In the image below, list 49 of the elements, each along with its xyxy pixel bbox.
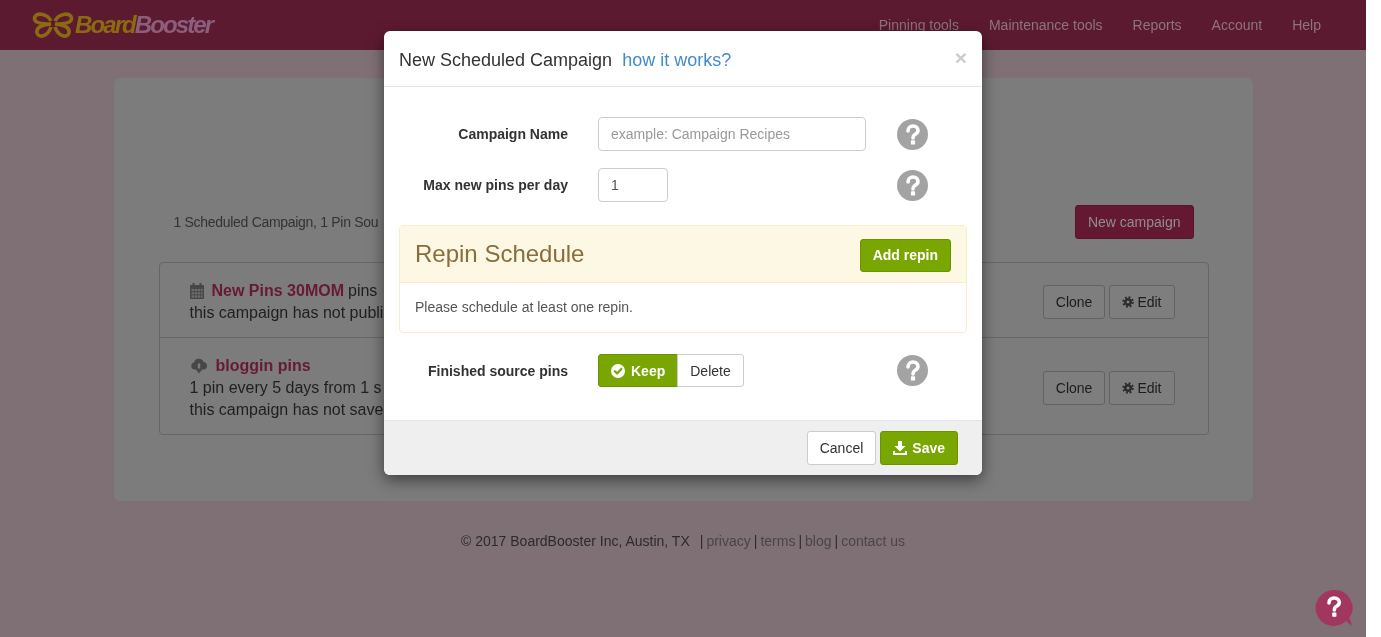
- campaign-detail-text: this campaign has not save: [189, 400, 384, 420]
- clone-button[interactable]: Clone: [1042, 371, 1106, 405]
- separator-text: |: [753, 533, 758, 549]
- campaign-name-link[interactable]: bloggin pins: [215, 355, 311, 377]
- campaign-detail-text: this campaign has not publi: [189, 303, 384, 323]
- nav-link[interactable]: Maintenance tools: [973, 15, 1118, 35]
- nav-link[interactable]: Account: [1196, 15, 1278, 35]
- new-campaign-button[interactable]: New campaign: [1074, 205, 1194, 239]
- separator-text: |: [798, 533, 803, 549]
- clone-button[interactable]: Clone: [1042, 285, 1106, 319]
- check-circle-icon: [611, 363, 625, 378]
- add-repin-button[interactable]: Add repin: [859, 239, 951, 272]
- field-label: Campaign Name: [457, 125, 568, 144]
- nav-link[interactable]: Pinning tools: [863, 15, 974, 35]
- repin-schedule-title: Repin Schedule: [415, 240, 585, 268]
- text-input-field[interactable]: example: Campaign Recipes: [598, 117, 866, 151]
- save-button[interactable]: Save: [880, 431, 958, 465]
- separator-text: |: [834, 533, 839, 549]
- campaign-summary-text: 1 Scheduled Campaign, 1 Pin Sou: [173, 213, 379, 232]
- toggle-option[interactable]: Delete: [677, 354, 744, 387]
- calendar-icon: [189, 283, 204, 299]
- butterfly-logo-icon[interactable]: [31, 10, 75, 39]
- help-icon[interactable]: [897, 355, 928, 386]
- how-it-works-link[interactable]: how it works?: [622, 48, 732, 72]
- help-icon[interactable]: [897, 169, 928, 201]
- empty-schedule-message: Please schedule at least one repin.: [415, 298, 634, 317]
- help-chat-icon[interactable]: [1315, 589, 1353, 627]
- cloud-download-icon: [189, 358, 208, 374]
- help-icon[interactable]: [897, 118, 928, 150]
- close-button[interactable]: ×: [954, 46, 967, 68]
- toggle-option[interactable]: Keep: [598, 354, 679, 387]
- nav-link[interactable]: Help: [1277, 15, 1336, 35]
- cancel-button[interactable]: Cancel: [806, 431, 877, 465]
- gear-icon: [1122, 296, 1135, 308]
- field-label: Max new pins per day: [422, 176, 568, 195]
- gear-icon: [1122, 382, 1135, 394]
- copyright-text: © 2017 BoardBooster Inc, Austin, TX: [461, 533, 690, 549]
- campaign-name-link[interactable]: New Pins 30MOM: [211, 280, 344, 302]
- edit-button[interactable]: Edit: [1109, 285, 1175, 319]
- field-label: Finished source pins: [426, 361, 568, 381]
- campaign-description: pins: [348, 281, 378, 301]
- download-icon: [893, 441, 908, 455]
- modal-title: New Scheduled Campaign: [399, 49, 613, 72]
- separator-text: |: [699, 533, 704, 549]
- edit-button[interactable]: Edit: [1109, 371, 1175, 405]
- campaign-detail-text: 1 pin every 5 days from 1 s: [189, 378, 383, 398]
- nav-link[interactable]: Reports: [1117, 15, 1197, 35]
- number-input-field[interactable]: 1: [598, 168, 668, 202]
- logo-text[interactable]: BoardBooster: [75, 10, 213, 39]
